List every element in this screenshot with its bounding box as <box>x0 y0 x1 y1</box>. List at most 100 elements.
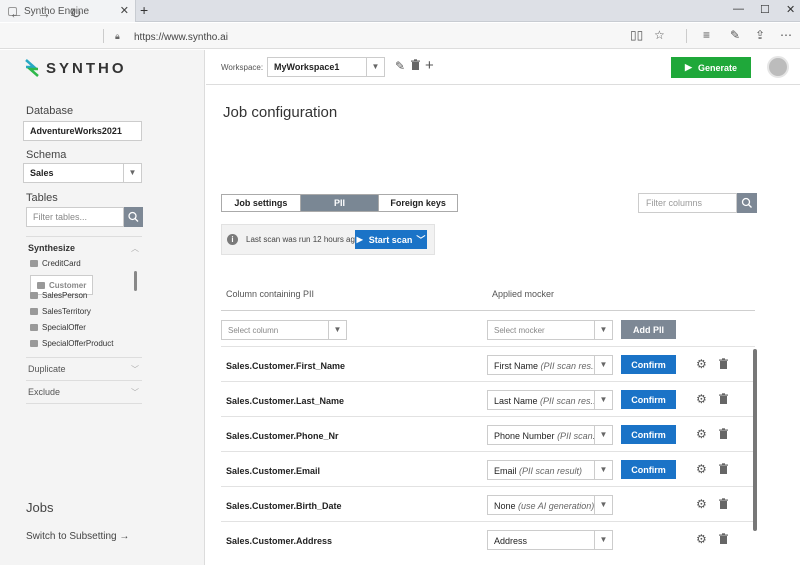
trash-icon[interactable] <box>718 428 729 443</box>
gear-icon[interactable]: ⚙ <box>696 532 707 546</box>
table-item[interactable]: SpecialOffer <box>30 323 86 332</box>
play-icon: ▶ <box>685 62 692 72</box>
generate-button[interactable]: ▶ Generate <box>671 57 751 78</box>
pii-column-name: Sales.Customer.Address <box>226 536 333 546</box>
mocker-dropdown[interactable]: None (use AI generation) ▼ <box>487 495 613 515</box>
window-close-icon[interactable]: ✕ <box>786 3 795 16</box>
close-tab-icon[interactable]: ✕ <box>120 4 129 17</box>
divider <box>103 29 104 43</box>
chevron-down-icon[interactable]: ﹀ <box>131 364 139 375</box>
tab-pii[interactable]: PII <box>300 195 380 211</box>
gear-icon[interactable]: ⚙ <box>696 392 707 406</box>
trash-icon[interactable] <box>718 393 729 408</box>
chevron-down-icon[interactable]: ﹀ <box>131 387 139 398</box>
table-item[interactable]: SalesTerritory <box>30 307 91 316</box>
duplicate-group-label[interactable]: Duplicate <box>28 364 66 374</box>
maximize-icon[interactable]: ☐ <box>760 3 770 16</box>
more-icon[interactable]: ⋯ <box>780 28 792 42</box>
forward-icon[interactable]: → <box>37 5 51 21</box>
url-text[interactable]: https://www.syntho.ai <box>134 32 228 43</box>
switch-to-subsetting-link[interactable]: Switch to Subsetting → <box>26 531 129 542</box>
trash-icon[interactable] <box>718 498 729 513</box>
gear-icon[interactable]: ⚙ <box>696 497 707 511</box>
confirm-button[interactable]: Confirm <box>621 390 676 409</box>
mocker-value: First Name <box>494 361 539 371</box>
chevron-down-icon: ▼ <box>594 496 612 514</box>
chevron-down-icon: ▼ <box>328 321 346 339</box>
gear-icon[interactable]: ⚙ <box>696 357 707 371</box>
mocker-value: None <box>494 501 516 511</box>
add-workspace-icon[interactable]: + <box>425 57 434 74</box>
pii-column-name: Sales.Customer.First_Name <box>226 361 346 371</box>
add-pii-button[interactable]: Add PII <box>621 320 676 339</box>
share-icon[interactable]: ⇪ <box>755 28 765 42</box>
chevron-down-icon: ▼ <box>366 58 384 76</box>
filter-tables-input[interactable]: Filter tables... <box>26 207 124 227</box>
tab-foreign-keys[interactable]: Foreign keys <box>379 195 458 211</box>
refresh-icon[interactable]: ↻ <box>70 5 82 22</box>
main-scrollbar[interactable] <box>753 349 757 531</box>
trash-icon[interactable] <box>718 533 729 548</box>
divider <box>26 236 142 237</box>
confirm-button[interactable]: Confirm <box>621 355 676 374</box>
table-item-label: Customer <box>49 280 87 290</box>
sidebar-scrollbar[interactable] <box>134 271 137 291</box>
select-mocker-placeholder: Select mocker <box>494 326 545 335</box>
database-label: Database <box>26 105 74 117</box>
filter-columns-input[interactable]: Filter columns <box>638 193 737 213</box>
mocker-value: Last Name <box>494 396 538 406</box>
edit-workspace-icon[interactable]: ✎ <box>395 59 405 73</box>
hub-icon[interactable]: ≡ <box>703 28 710 42</box>
select-mocker-dropdown[interactable]: Select mocker ▼ <box>487 320 613 340</box>
logo-text: SYNTHO <box>46 59 127 77</box>
delete-workspace-icon[interactable] <box>410 59 421 74</box>
notes-icon[interactable]: ✎ <box>730 28 740 42</box>
lock-icon: 🔒︎ <box>115 31 120 41</box>
user-avatar[interactable] <box>767 56 789 78</box>
mocker-dropdown[interactable]: Email (PII scan result) ▼ <box>487 460 613 480</box>
mocker-value: Phone Number <box>494 431 555 441</box>
row-divider <box>221 346 755 347</box>
select-column-placeholder: Select column <box>228 326 279 335</box>
trash-icon[interactable] <box>718 358 729 373</box>
reading-view-icon[interactable]: ▯▯ <box>630 28 643 42</box>
syntho-logo[interactable]: SYNTHO <box>24 58 127 78</box>
schema-select[interactable]: Sales ▼ <box>23 163 142 183</box>
start-scan-label: Start scan <box>368 234 413 245</box>
exclude-group-label[interactable]: Exclude <box>28 387 60 397</box>
mocker-dropdown[interactable]: Last Name (PII scan res... ▼ <box>487 390 613 410</box>
page-title: Job configuration <box>223 104 338 121</box>
row-divider <box>221 486 755 487</box>
minimize-icon[interactable]: — <box>733 3 744 15</box>
chevron-down-icon: ▼ <box>594 461 612 479</box>
tab-job-settings[interactable]: Job settings <box>222 195 301 211</box>
trash-icon[interactable] <box>718 463 729 478</box>
workspace-select[interactable]: MyWorkspace1 ▼ <box>267 57 385 77</box>
table-item[interactable]: SalesPerson <box>30 291 87 300</box>
confirm-button[interactable]: Confirm <box>621 425 676 444</box>
mocker-dropdown[interactable]: Phone Number (PII scan... ▼ <box>487 425 613 445</box>
favorite-star-icon[interactable]: ☆ <box>654 28 665 42</box>
confirm-button[interactable]: Confirm <box>621 460 676 479</box>
new-tab-icon[interactable]: + <box>140 2 148 18</box>
synthesize-group-label[interactable]: Synthesize <box>28 243 75 253</box>
table-item[interactable]: CreditCard <box>30 259 81 268</box>
mocker-dropdown[interactable]: First Name (PII scan res... ▼ <box>487 355 613 375</box>
schema-label: Schema <box>26 149 67 161</box>
jobs-link[interactable]: Jobs <box>26 500 53 515</box>
mocker-dropdown[interactable]: Address ▼ <box>487 530 613 550</box>
mocker-value: Address <box>494 536 528 546</box>
filter-columns-button[interactable] <box>737 193 757 213</box>
back-icon[interactable]: ← <box>9 5 23 21</box>
mocker-hint: (PII scan res... <box>540 361 599 371</box>
play-icon: ▶ <box>356 235 363 244</box>
gear-icon[interactable]: ⚙ <box>696 427 707 441</box>
address-bar <box>0 23 800 49</box>
table-item[interactable]: SpecialOfferProduct <box>30 339 113 348</box>
chevron-up-icon[interactable]: ︿ <box>131 243 139 254</box>
chevron-down-icon: ▼ <box>594 531 612 549</box>
select-column-dropdown[interactable]: Select column ▼ <box>221 320 347 340</box>
start-scan-button[interactable]: ▶ Start scan ﹀ <box>355 230 427 249</box>
gear-icon[interactable]: ⚙ <box>696 462 707 476</box>
filter-tables-button[interactable] <box>124 207 143 227</box>
